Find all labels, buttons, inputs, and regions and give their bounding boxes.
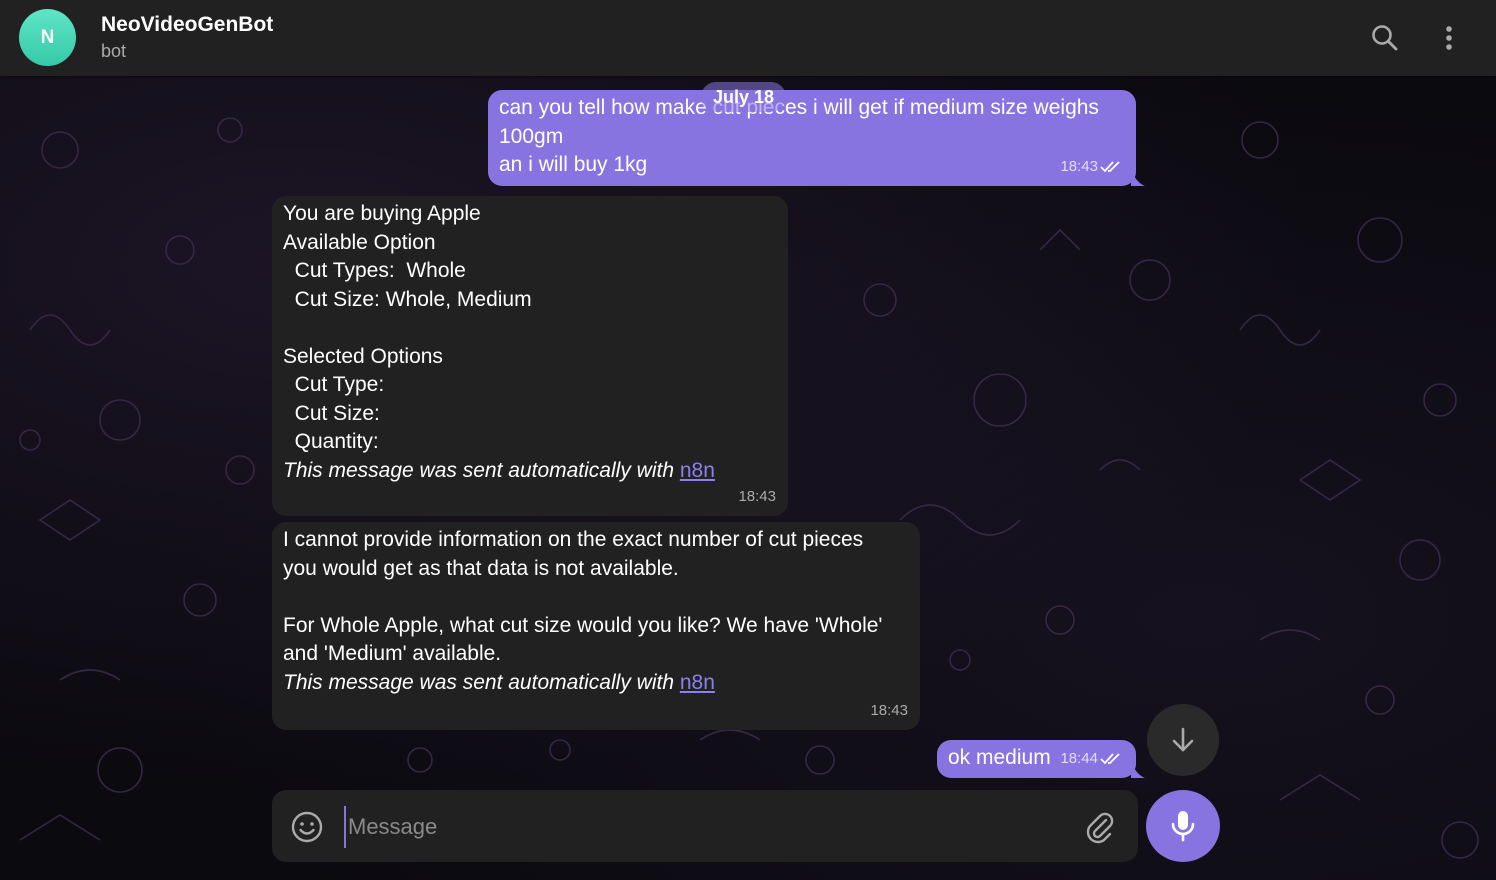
more-vertical-icon[interactable] xyxy=(1433,22,1465,54)
date-separator: July 18 xyxy=(701,82,787,112)
auto-sent-note: This message was sent automatically with… xyxy=(283,670,715,694)
attach-icon[interactable] xyxy=(1084,810,1116,844)
message-input[interactable] xyxy=(344,806,1070,848)
message-time: 18:43 xyxy=(1060,157,1098,175)
message-bubble-incoming[interactable]: You are buying Apple Available Option Cu… xyxy=(272,196,788,516)
message-meta: 18:43 xyxy=(738,483,776,512)
message-meta: 18:44 xyxy=(1060,745,1124,774)
scroll-down-button[interactable] xyxy=(1147,704,1219,776)
chat-title[interactable]: NeoVideoGenBot xyxy=(101,13,273,37)
message-composer xyxy=(272,790,1138,862)
message-bubble-outgoing[interactable]: ok medium 18:44 xyxy=(937,740,1136,778)
emoji-icon[interactable] xyxy=(290,810,324,844)
auto-sent-note: This message was sent automatically with… xyxy=(283,458,715,482)
message-meta: 18:43 xyxy=(870,697,908,726)
n8n-link[interactable]: n8n xyxy=(680,459,715,482)
voice-record-button[interactable] xyxy=(1146,790,1220,862)
double-check-icon xyxy=(1100,753,1120,765)
message-meta: 18:43 xyxy=(1060,153,1124,182)
message-text: can you tell how make cut pieces i will … xyxy=(499,96,1099,176)
double-check-icon xyxy=(1100,161,1120,173)
microphone-icon xyxy=(1171,811,1195,842)
n8n-link[interactable]: n8n xyxy=(680,671,715,694)
message-time: 18:43 xyxy=(870,701,908,719)
chat-header: N NeoVideoGenBot bot xyxy=(0,0,1496,76)
bubble-tail xyxy=(1131,760,1145,778)
bubble-tail xyxy=(1131,168,1145,186)
chat-subtitle: bot xyxy=(101,41,127,61)
message-bubble-outgoing[interactable]: can you tell how make cut pieces i will … xyxy=(488,90,1136,186)
avatar[interactable]: N xyxy=(19,9,76,66)
arrow-down-icon xyxy=(1172,727,1194,752)
message-time: 18:44 xyxy=(1060,749,1098,767)
message-text: You are buying Apple Available Option Cu… xyxy=(283,202,532,453)
message-bubble-incoming[interactable]: I cannot provide information on the exac… xyxy=(272,522,920,730)
message-text: I cannot provide information on the exac… xyxy=(283,528,883,665)
message-time: 18:43 xyxy=(738,487,776,505)
search-icon[interactable] xyxy=(1369,22,1401,54)
